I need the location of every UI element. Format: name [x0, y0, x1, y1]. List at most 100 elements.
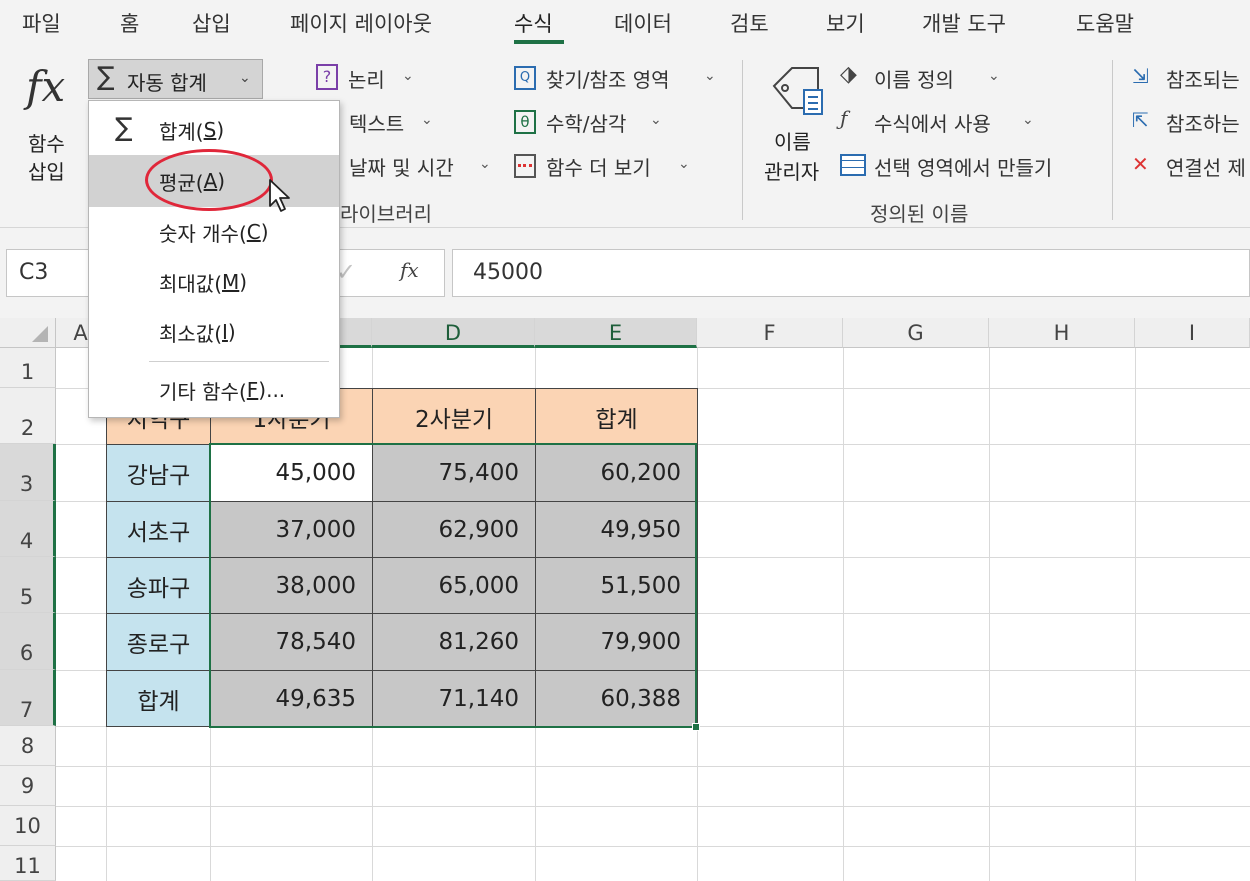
math-icon: θ	[514, 110, 536, 134]
text-functions-button[interactable]: 텍스트 ⌄	[345, 106, 445, 140]
insert-function-label-2: 삽입	[28, 160, 65, 184]
remove-arrows-label: 연결선 제	[1166, 156, 1246, 180]
more-functions-label: 함수 더 보기	[546, 156, 651, 180]
group-divider	[742, 60, 743, 220]
fill-handle[interactable]	[692, 723, 700, 731]
datetime-button[interactable]: 날짜 및 시간 ⌄	[345, 150, 505, 184]
menu-item-more-functions[interactable]: 기타 함수(F)...	[89, 365, 339, 415]
table-header-cell[interactable]: 2사분기	[372, 388, 536, 445]
fx-icon: fx	[26, 62, 66, 111]
name-manager-label-1: 이름	[774, 130, 811, 154]
menu-item-label: 최대값(	[159, 271, 223, 296]
column-header-d[interactable]: D	[372, 318, 535, 348]
trace-precedents-button[interactable]: ⇲ 참조되는	[1132, 62, 1250, 96]
tab-developer[interactable]: 개발 도구	[922, 8, 1006, 38]
column-header-g[interactable]: G	[843, 318, 989, 348]
gridline	[56, 766, 1250, 767]
trace-dependents-button[interactable]: ⇱ 참조하는	[1132, 106, 1250, 140]
trace-precedents-icon: ⇲	[1132, 64, 1149, 88]
menu-item-label: 숫자 개수(	[159, 221, 247, 246]
menu-item-suffix: )	[260, 220, 269, 244]
chevron-down-icon: ⌄	[239, 70, 251, 86]
selection-range-border	[209, 443, 697, 728]
table-row-label[interactable]: 합계	[106, 670, 211, 727]
group-divider	[1112, 60, 1113, 220]
row-header-4[interactable]: 4	[0, 501, 56, 557]
select-all-corner[interactable]	[0, 318, 56, 348]
row-header-10[interactable]: 10	[0, 806, 56, 846]
chevron-down-icon: ⌄	[678, 156, 690, 172]
row-header-6[interactable]: 6	[0, 613, 56, 670]
menu-item-label: 기타 함수(	[159, 379, 247, 404]
gridline	[56, 846, 1250, 847]
menu-item-max[interactable]: 최대값(M)	[89, 257, 339, 307]
logical-button[interactable]: ? 논리 ⌄	[316, 62, 426, 96]
chevron-down-icon: ⌄	[988, 68, 1000, 84]
lookup-reference-button[interactable]: Q 찾기/참조 영역 ⌄	[514, 62, 724, 96]
gridline	[1135, 348, 1136, 881]
insert-function-icon[interactable]: fx	[400, 258, 419, 282]
column-header-e[interactable]: E	[535, 318, 697, 348]
tab-data[interactable]: 데이터	[614, 8, 672, 38]
grid-create-icon	[840, 154, 866, 176]
table-row-label[interactable]: 서초구	[106, 501, 211, 558]
math-label: 수학/삼각	[546, 112, 627, 136]
tab-file[interactable]: 파일	[22, 8, 61, 38]
row-header-9[interactable]: 9	[0, 766, 56, 806]
gridline	[989, 348, 990, 881]
row-header-11[interactable]: 11	[0, 846, 56, 881]
insert-function-button[interactable]: fx 함수 삽입	[18, 60, 80, 190]
table-header-cell[interactable]: 합계	[535, 388, 698, 445]
trace-dependents-icon: ⇱	[1132, 108, 1149, 132]
column-header-f[interactable]: F	[697, 318, 843, 348]
use-in-formula-button[interactable]: ƒ 수식에서 사용 ⌄	[840, 106, 1040, 140]
tab-view[interactable]: 보기	[826, 8, 865, 38]
trace-dependents-label: 참조하는	[1166, 112, 1240, 136]
more-functions-button[interactable]: 함수 더 보기 ⌄	[514, 150, 704, 184]
chevron-down-icon: ⌄	[402, 68, 414, 84]
define-name-button[interactable]: ⬗ 이름 정의 ⌄	[840, 62, 1010, 96]
autosum-button[interactable]: ∑ 자동 합계 ⌄	[88, 59, 263, 99]
row-header-1[interactable]: 1	[0, 348, 56, 388]
menu-item-count[interactable]: 숫자 개수(C)	[89, 207, 339, 257]
menu-item-sum[interactable]: ∑ 합계(S)	[89, 105, 339, 155]
table-row-label[interactable]: 강남구	[106, 444, 211, 502]
tag-icon: ⬗	[840, 62, 857, 87]
tab-review[interactable]: 검토	[730, 8, 769, 38]
text-functions-label: 텍스트	[349, 112, 405, 136]
trace-precedents-label: 참조되는	[1166, 68, 1240, 92]
tab-page-layout[interactable]: 페이지 레이아웃	[290, 8, 432, 38]
menu-item-min[interactable]: 최소값(I)	[89, 307, 339, 357]
create-from-selection-button[interactable]: 선택 영역에서 만들기	[840, 150, 1090, 184]
autosum-dropdown-menu: ∑ 합계(S) 평균(A) 숫자 개수(C) 최대값(M) 최소값(I) 기타 …	[88, 100, 340, 418]
row-header-5[interactable]: 5	[0, 557, 56, 613]
name-manager-label-2: 관리자	[764, 160, 820, 184]
math-trig-button[interactable]: θ 수학/삼각 ⌄	[514, 106, 674, 140]
active-tab-indicator	[514, 40, 564, 44]
menu-item-accesskey: C	[246, 220, 261, 244]
tab-home[interactable]: 홈	[120, 8, 139, 38]
row-header-3[interactable]: 3	[0, 444, 56, 501]
row-header-2[interactable]: 2	[0, 388, 56, 444]
lookup-icon: Q	[514, 66, 536, 90]
table-row-label[interactable]: 종로구	[106, 613, 211, 671]
table-row-label[interactable]: 송파구	[106, 557, 211, 614]
use-in-formula-label: 수식에서 사용	[874, 112, 991, 136]
logical-icon: ?	[316, 64, 338, 90]
tab-help[interactable]: 도움말	[1076, 8, 1134, 38]
define-name-label: 이름 정의	[874, 68, 954, 92]
remove-arrows-button[interactable]: ✕ 연결선 제	[1132, 150, 1250, 184]
formula-input[interactable]: 45000	[452, 249, 1250, 297]
mouse-cursor-icon	[269, 179, 290, 212]
menu-item-suffix: )...	[258, 378, 286, 402]
menu-item-label: 최소값(	[159, 321, 223, 346]
tab-formulas[interactable]: 수식	[514, 8, 553, 38]
name-manager-button[interactable]: 이름 관리자	[760, 60, 836, 190]
row-header-8[interactable]: 8	[0, 726, 56, 766]
row-header-7[interactable]: 7	[0, 670, 56, 726]
column-header-h[interactable]: H	[989, 318, 1135, 348]
library-group-label: 라이브러리	[340, 202, 432, 226]
menu-item-accesskey: S	[203, 118, 217, 142]
tab-insert[interactable]: 삽입	[192, 8, 231, 38]
column-header-i[interactable]: I	[1135, 318, 1250, 348]
